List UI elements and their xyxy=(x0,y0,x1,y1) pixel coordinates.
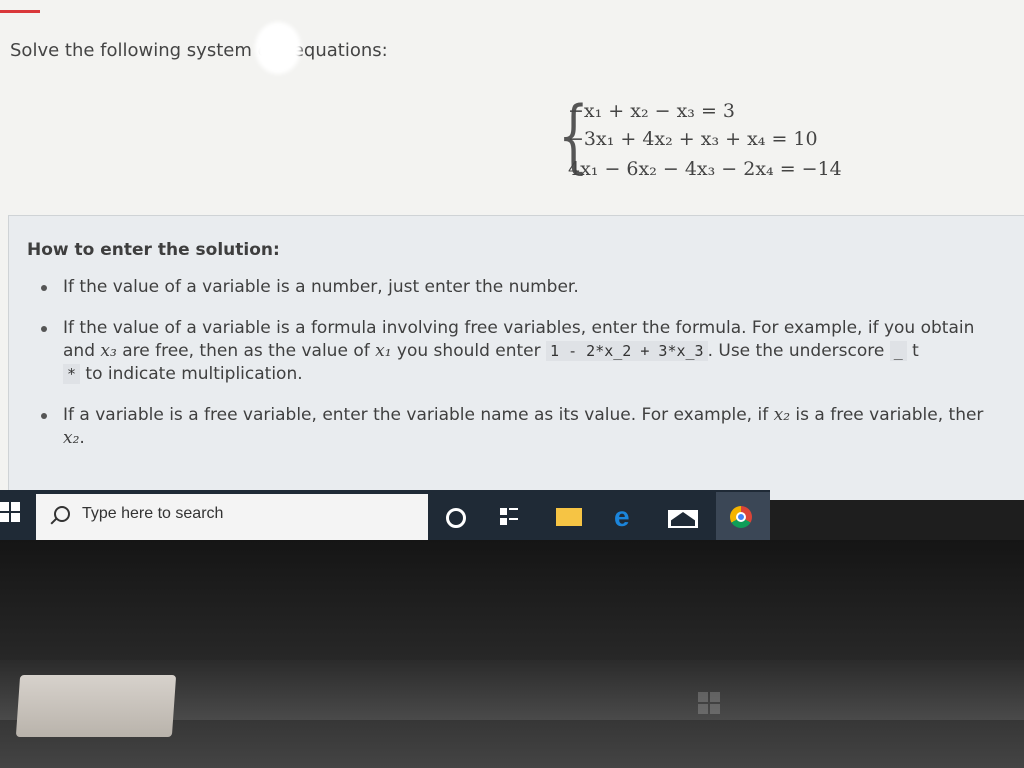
windows-logo-icon xyxy=(11,502,20,511)
taskbar-search-input[interactable]: Type here to search xyxy=(36,494,428,540)
help-item-text: to indicate multiplication. xyxy=(80,364,303,384)
search-icon xyxy=(54,506,70,522)
help-item-text: is a free variable, ther xyxy=(790,405,984,425)
help-item-text: If the value of a variable is a number, … xyxy=(63,277,579,297)
math-var: x₃ xyxy=(100,341,117,361)
help-title: How to enter the solution: xyxy=(27,240,280,260)
browser-content: Solve the following system ear equations… xyxy=(0,0,1024,500)
help-item-text: If a variable is a free variable, enter … xyxy=(63,405,774,425)
underscore-code: _ xyxy=(889,341,907,361)
help-item-text: If the value of a variable is a formula … xyxy=(63,318,975,338)
help-item-text: . Use the underscore xyxy=(707,341,890,361)
problem-intro: Solve the following system ear equations… xyxy=(10,40,388,61)
equation-system: { −x₁ + x₂ − x₃ = 3 −3x₁ + 4x₂ + x₃ + x₄… xyxy=(548,96,928,188)
laptop-sticker xyxy=(15,675,177,737)
windows-logo-icon xyxy=(0,502,9,511)
task-view-icon[interactable] xyxy=(500,508,518,526)
start-button[interactable] xyxy=(0,498,24,528)
help-item-text: you should enter xyxy=(391,341,547,361)
windows-logo-icon xyxy=(0,513,9,522)
file-explorer-icon[interactable] xyxy=(556,508,582,526)
help-box: How to enter the solution: If the value … xyxy=(8,215,1024,500)
windows-logo-icon xyxy=(11,513,20,522)
math-var: x₁ xyxy=(375,341,392,361)
windows-key-icon xyxy=(698,692,722,716)
help-item-number: If the value of a variable is a number, … xyxy=(39,276,1024,299)
math-var: x₂ xyxy=(773,405,791,425)
help-list: If the value of a variable is a number, … xyxy=(39,276,1024,468)
help-item-text: and xyxy=(63,341,101,361)
example-code: 1 - 2*x_2 + 3*x_3 xyxy=(546,341,708,361)
top-accent xyxy=(0,0,40,13)
edge-icon[interactable]: e xyxy=(614,502,644,532)
math-var: x₂ xyxy=(63,428,80,448)
equation-2: −3x₁ + 4x₂ + x₃ + x₄ = 10 xyxy=(568,128,818,150)
help-item-text: are free, then as the value of xyxy=(116,341,376,361)
help-item-formula: If the value of a variable is a formula … xyxy=(39,317,1024,386)
help-item-free-variable: If a variable is a free variable, enter … xyxy=(39,404,1024,450)
star-code: * xyxy=(63,364,81,384)
mail-icon[interactable] xyxy=(668,510,698,528)
chrome-icon[interactable] xyxy=(730,506,752,528)
search-placeholder: Type here to search xyxy=(82,505,224,522)
screen-glare xyxy=(255,22,301,74)
problem-intro-text: Solve the following system xyxy=(10,40,258,61)
help-item-text: . xyxy=(79,428,85,448)
cortana-icon[interactable] xyxy=(446,508,466,528)
equation-3: 4x₁ − 6x₂ − 4x₃ − 2x₄ = −14 xyxy=(568,158,842,180)
equation-1: −x₁ + x₂ − x₃ = 3 xyxy=(568,100,736,122)
help-item-text: t xyxy=(906,341,919,361)
